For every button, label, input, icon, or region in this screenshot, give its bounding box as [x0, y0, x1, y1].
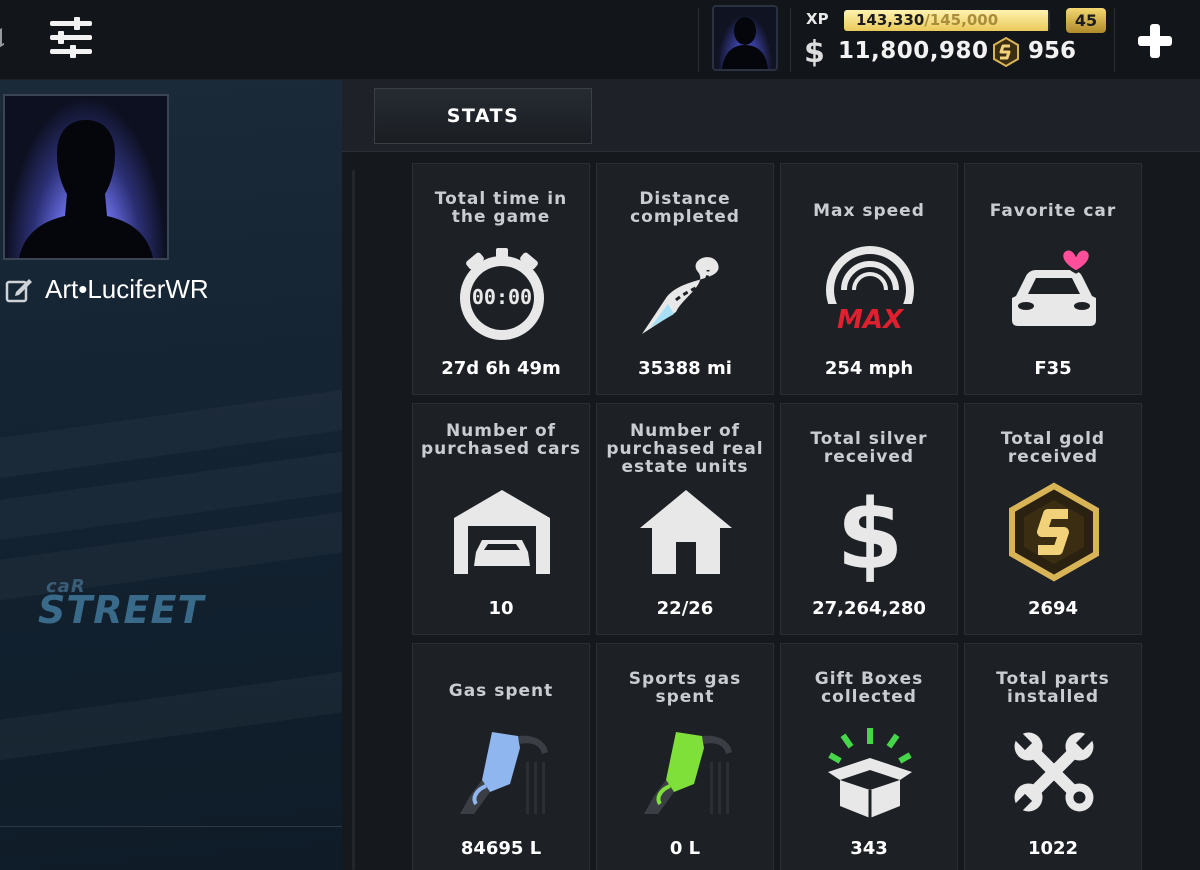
- house-icon: [640, 490, 732, 574]
- tab-bar: STATS: [342, 80, 1200, 152]
- stat-value: 27,264,280: [812, 598, 926, 619]
- stopwatch-text: 00:00: [472, 285, 532, 309]
- add-currency-button[interactable]: [1134, 20, 1176, 62]
- background-stripe: [0, 656, 342, 768]
- stat-value: 2694: [1027, 598, 1079, 619]
- stat-card-purchased-cars: Number of purchased cars 10: [412, 403, 590, 635]
- stat-value: 22/26: [656, 598, 714, 619]
- car-heart-icon: [1012, 247, 1096, 326]
- stopwatch-icon: 00:00: [460, 248, 544, 340]
- stat-value: 84695 L: [460, 838, 542, 859]
- xp-progress-bar: 143,330/145,000: [844, 10, 1050, 31]
- gas-nozzle-green-icon: [644, 732, 732, 814]
- wrenches-icon: [1014, 732, 1094, 812]
- max-text: MAX: [837, 305, 905, 335]
- divider: [0, 826, 342, 827]
- stat-card-gift-boxes: Gift Boxes collected 343: [780, 643, 958, 870]
- stat-value: 1022: [1027, 838, 1079, 859]
- stat-value: 10: [488, 598, 514, 619]
- silver-dollar-icon: $: [837, 482, 904, 582]
- stat-card-parts-installed: Total parts installed 1022: [964, 643, 1142, 870]
- stat-card-gas-spent: Gas spent 84695 L: [412, 643, 590, 870]
- garage-icon: [454, 490, 550, 574]
- stat-card-total-time: Total time in the game 00:00 27d 6h 49m: [412, 163, 590, 395]
- stat-title: Favorite car: [989, 201, 1117, 221]
- stat-card-silver: Total silver received $ 27,264,280: [780, 403, 958, 635]
- stat-title: Total time in the game: [434, 189, 568, 227]
- stats-panel: STATS Total time in the game 00:00 27d 6…: [342, 80, 1200, 870]
- divider: [698, 8, 699, 72]
- avatar-silhouette-icon: [722, 17, 768, 69]
- gold-currency-icon: [993, 36, 1019, 68]
- gold-coin-icon: [1009, 482, 1099, 582]
- back-chevron-icon[interactable]: [0, 26, 4, 48]
- stat-title: Total parts installed: [996, 669, 1110, 707]
- stat-title: Total gold received: [1000, 429, 1106, 467]
- stat-value: 254 mph: [824, 358, 914, 379]
- stat-card-real-estate: Number of purchased real estate units 22…: [596, 403, 774, 635]
- stat-title: Distance completed: [630, 189, 740, 227]
- logo-text-bottom: STREET: [38, 588, 205, 632]
- stat-title: Gift Boxes collected: [814, 669, 924, 707]
- avatar-silhouette-icon: [19, 120, 153, 258]
- silver-amount: 11,800,980: [838, 38, 989, 64]
- player-avatar-small[interactable]: [712, 5, 778, 71]
- plus-icon: [1138, 24, 1172, 58]
- stat-value: 35388 mi: [638, 358, 732, 379]
- dollar-glyph: $: [837, 482, 904, 582]
- stat-title: Gas spent: [448, 681, 554, 701]
- top-bar: XP 143,330/145,000 45 $ 11,800,980 956: [0, 0, 1200, 80]
- username: Art•LuciferWR: [45, 274, 209, 304]
- sliders-icon: [50, 17, 92, 58]
- gift-box-icon: [828, 728, 912, 818]
- stat-card-sports-gas: Sports gas spent 0 L: [596, 643, 774, 870]
- carx-street-logo: caR STREET: [38, 570, 298, 640]
- xp-label: XP: [806, 10, 829, 28]
- stat-value: 27d 6h 49m: [441, 358, 561, 379]
- stat-title: Total silver received: [810, 429, 928, 467]
- xp-current: 143,330: [856, 11, 925, 29]
- xp-max: /145,000: [924, 11, 999, 29]
- tab-stats[interactable]: STATS: [374, 88, 592, 144]
- stat-value: 343: [850, 838, 888, 859]
- speedometer-icon: MAX: [826, 246, 914, 335]
- divider: [1114, 8, 1115, 72]
- gas-nozzle-blue-icon: [460, 732, 548, 814]
- scrollbar[interactable]: [352, 170, 355, 870]
- stat-card-max-speed: Max speed MAX 254 mph: [780, 163, 958, 395]
- road-icon: [642, 257, 719, 334]
- stat-title: Number of purchased real estate units: [606, 421, 764, 477]
- gold-amount: 956: [1028, 38, 1077, 64]
- settings-menu-button[interactable]: [44, 12, 100, 64]
- xp-progress-text: 143,330/145,000: [856, 11, 998, 29]
- stat-title: Sports gas spent: [628, 669, 742, 707]
- stat-card-distance: Distance completed 35388 mi: [596, 163, 774, 395]
- player-avatar[interactable]: [3, 94, 169, 260]
- stat-card-gold: Total gold received 2694: [964, 403, 1142, 635]
- stat-value: 0 L: [669, 838, 701, 859]
- level-badge: 45: [1066, 8, 1106, 33]
- profile-panel: Art•LuciferWR caR STREET: [0, 80, 342, 870]
- stat-value: F35: [1034, 358, 1072, 379]
- edit-name-icon[interactable]: [4, 274, 34, 304]
- stat-title: Max speed: [813, 201, 925, 221]
- silver-currency-icon: $: [804, 35, 825, 70]
- stat-title: Number of purchased cars: [420, 421, 582, 459]
- stat-card-favorite-car: Favorite car F35: [964, 163, 1142, 395]
- divider: [790, 8, 791, 72]
